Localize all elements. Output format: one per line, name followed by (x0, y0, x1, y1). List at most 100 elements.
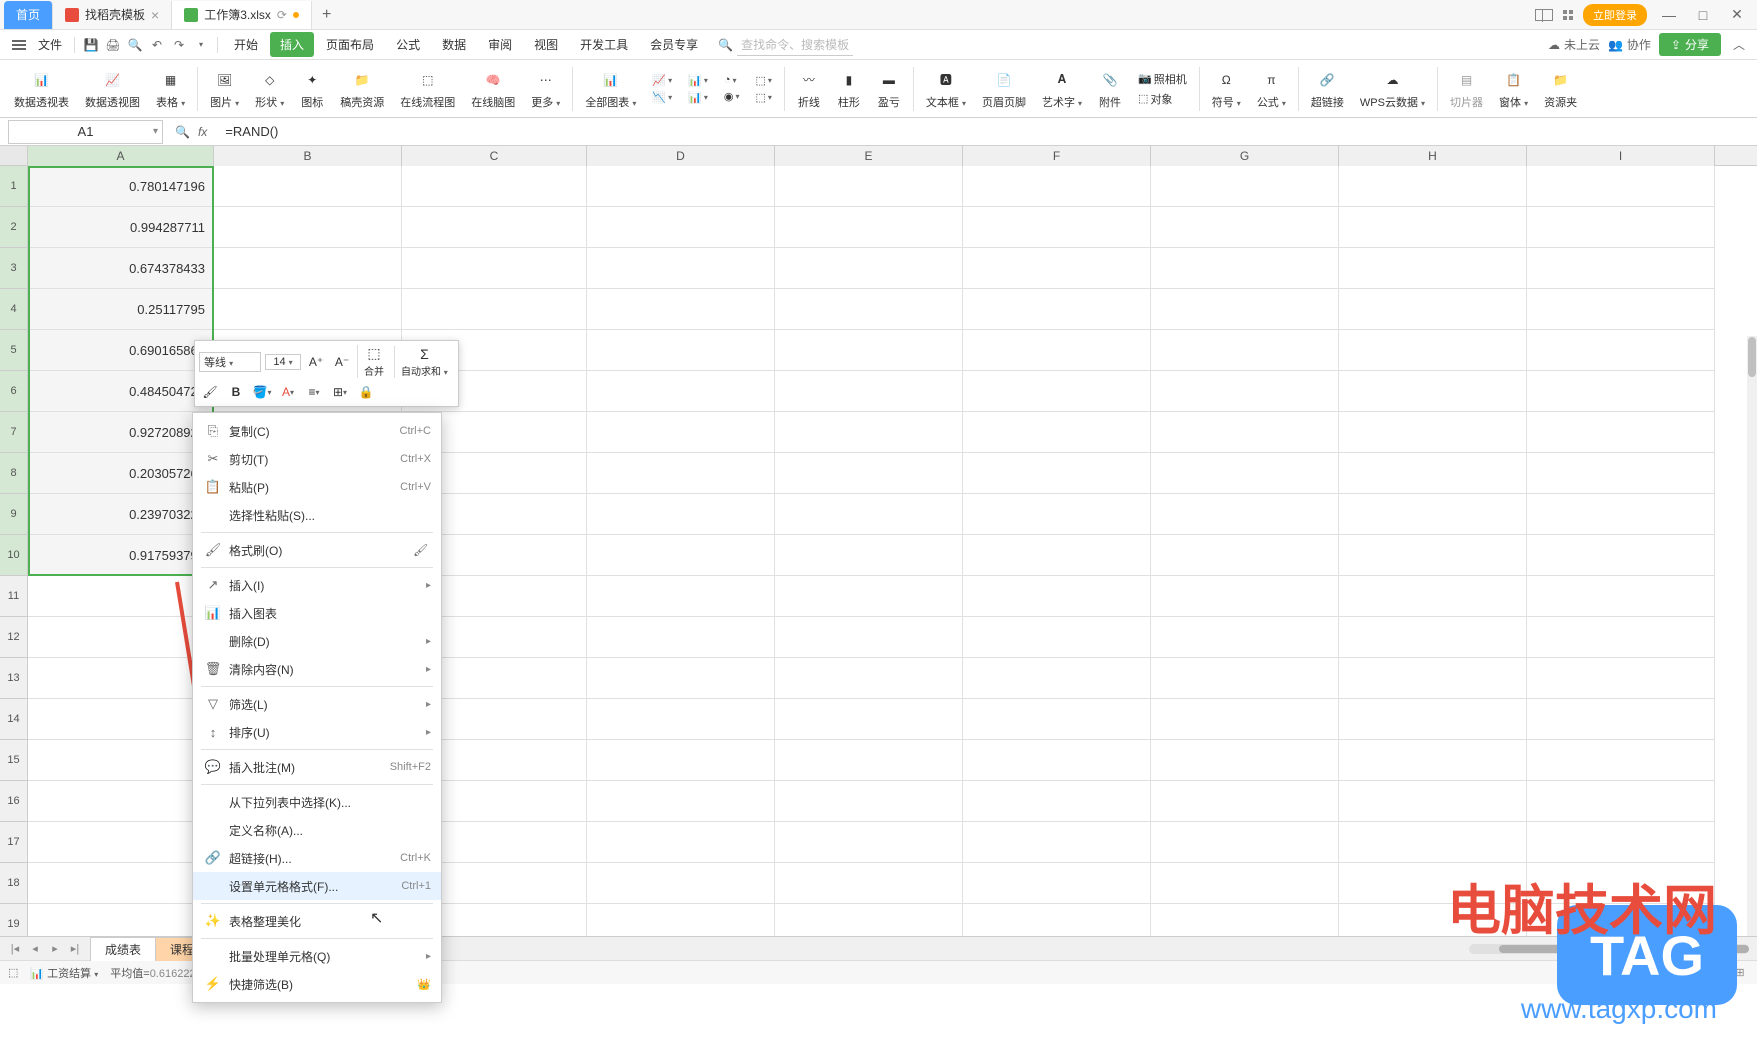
cloud-button[interactable]: ☁ 未上云 (1548, 36, 1600, 53)
cell-D2[interactable] (587, 207, 775, 248)
search-box[interactable]: 🔍 查找命令、搜索模板 (718, 34, 853, 56)
font-select[interactable]: 等线 ▾ (199, 352, 261, 372)
chart-type-5[interactable]: ◔ ▾ (720, 73, 744, 87)
cell-G14[interactable] (1151, 699, 1339, 740)
cell-D16[interactable] (587, 781, 775, 822)
cell-B2[interactable] (214, 207, 402, 248)
all-charts-button[interactable]: 📊全部图表 ▾ (579, 66, 642, 112)
sheet-first-icon[interactable]: |◂ (6, 940, 24, 958)
minimize-button[interactable]: — (1657, 3, 1681, 27)
chart-type-3[interactable]: 📊 ▾ (684, 73, 712, 88)
cell-A18[interactable] (28, 863, 214, 904)
name-box[interactable]: A1▾ (8, 120, 163, 144)
cell-D8[interactable] (587, 453, 775, 494)
cell-A3[interactable]: 0.674378433 (28, 248, 214, 289)
ctx-item-8[interactable]: 📊插入图表 (193, 599, 441, 627)
column-header-D[interactable]: D (587, 146, 775, 166)
cell-A7[interactable]: 0.927208928 (28, 412, 214, 453)
cell-A5[interactable]: 0.690165869 (28, 330, 214, 371)
cell-G18[interactable] (1151, 863, 1339, 904)
formula-input[interactable]: =RAND() (219, 124, 1757, 139)
cell-A11[interactable] (28, 576, 214, 617)
sb-icon-2[interactable]: ◉ (1679, 964, 1697, 982)
flowchart-button[interactable]: ⬚在线流程图 (394, 66, 461, 112)
row-header-11[interactable]: 11 (0, 576, 28, 617)
maximize-button[interactable]: □ (1691, 3, 1715, 27)
align-icon[interactable]: ≡▾ (303, 382, 325, 402)
cell-F12[interactable] (963, 617, 1151, 658)
cell-H18[interactable] (1339, 863, 1527, 904)
cell-B4[interactable] (214, 289, 402, 330)
cell-A10[interactable]: 0.917593797 (28, 535, 214, 576)
pivot-chart-button[interactable]: 📈数据透视图 (79, 66, 146, 112)
ctx-item-17[interactable]: 从下拉列表中选择(K)... (193, 788, 441, 816)
hyperlink-button[interactable]: 🔗超链接 (1305, 66, 1350, 112)
cell-H10[interactable] (1339, 535, 1527, 576)
cell-F3[interactable] (963, 248, 1151, 289)
sheet-next-icon[interactable]: ▸ (46, 940, 64, 958)
hamburger-icon[interactable] (8, 36, 30, 54)
cell-A12[interactable] (28, 617, 214, 658)
cell-A14[interactable] (28, 699, 214, 740)
cell-H4[interactable] (1339, 289, 1527, 330)
cell-I1[interactable] (1527, 166, 1715, 207)
ribbon-tab-insert[interactable]: 插入 (270, 32, 314, 57)
cell-D18[interactable] (587, 863, 775, 904)
chart-type-6[interactable]: ◉ ▾ (720, 89, 744, 104)
horizontal-scrollbar[interactable] (1469, 944, 1749, 954)
calc-mode-icon[interactable]: ⬚ (8, 966, 18, 979)
autosum-button[interactable]: Σ自动求和 ▾ (394, 346, 454, 378)
ribbon-tab-vip[interactable]: 会员专享 (640, 32, 708, 57)
cell-H14[interactable] (1339, 699, 1527, 740)
textbox-button[interactable]: 🅰文本框 ▾ (920, 66, 972, 112)
cell-H3[interactable] (1339, 248, 1527, 289)
cell-I15[interactable] (1527, 740, 1715, 781)
row-header-12[interactable]: 12 (0, 617, 28, 658)
row-header-17[interactable]: 17 (0, 822, 28, 863)
cell-A1[interactable]: 0.780147196 (28, 166, 214, 207)
ribbon-tab-data[interactable]: 数据 (432, 32, 476, 57)
cell-G8[interactable] (1151, 453, 1339, 494)
ctx-item-15[interactable]: 💬插入批注(M)Shift+F2 (193, 753, 441, 781)
cell-G4[interactable] (1151, 289, 1339, 330)
slicer-button[interactable]: ▤切片器 (1444, 66, 1489, 112)
equation-button[interactable]: π公式 ▾ (1251, 66, 1292, 112)
cell-G2[interactable] (1151, 207, 1339, 248)
tab-workbook[interactable]: 工作簿3.xlsx ⟳ (172, 1, 312, 29)
chart-type-4[interactable]: 📊 ▾ (684, 90, 712, 105)
cell-C4[interactable] (402, 289, 587, 330)
cell-H1[interactable] (1339, 166, 1527, 207)
fx-icon[interactable]: fx (198, 125, 207, 139)
cell-F18[interactable] (963, 863, 1151, 904)
cell-E5[interactable] (775, 330, 963, 371)
cell-A8[interactable]: 0.203057262 (28, 453, 214, 494)
cell-G19[interactable] (1151, 904, 1339, 936)
cell-I17[interactable] (1527, 822, 1715, 863)
cell-F19[interactable] (963, 904, 1151, 936)
camera-button[interactable]: 📷 照相机 (1134, 70, 1191, 88)
format-painter-icon[interactable]: 🖌 (199, 382, 221, 402)
row-header-16[interactable]: 16 (0, 781, 28, 822)
cell-E19[interactable] (775, 904, 963, 936)
increase-font-icon[interactable]: A⁺ (305, 352, 327, 372)
cell-F9[interactable] (963, 494, 1151, 535)
qa-dropdown[interactable]: ▾ (191, 35, 211, 55)
cell-D12[interactable] (587, 617, 775, 658)
row-header-14[interactable]: 14 (0, 699, 28, 740)
ctx-item-13[interactable]: ↕排序(U)▸ (193, 718, 441, 746)
cell-G15[interactable] (1151, 740, 1339, 781)
cell-I7[interactable] (1527, 412, 1715, 453)
chart-type-7[interactable]: ⬚ ▾ (751, 73, 775, 88)
mindmap-button[interactable]: 🧠在线脑图 (465, 66, 521, 112)
cell-I11[interactable] (1527, 576, 1715, 617)
cell-E17[interactable] (775, 822, 963, 863)
cell-E6[interactable] (775, 371, 963, 412)
close-button[interactable]: ✕ (1725, 3, 1749, 27)
border-icon[interactable]: ⊞▾ (329, 382, 351, 402)
cell-F4[interactable] (963, 289, 1151, 330)
ctx-item-2[interactable]: 📋粘贴(P)Ctrl+V (193, 473, 441, 501)
cell-F7[interactable] (963, 412, 1151, 453)
resource-folder-button[interactable]: 📁资源夹 (1538, 66, 1583, 112)
cell-H12[interactable] (1339, 617, 1527, 658)
cell-I4[interactable] (1527, 289, 1715, 330)
